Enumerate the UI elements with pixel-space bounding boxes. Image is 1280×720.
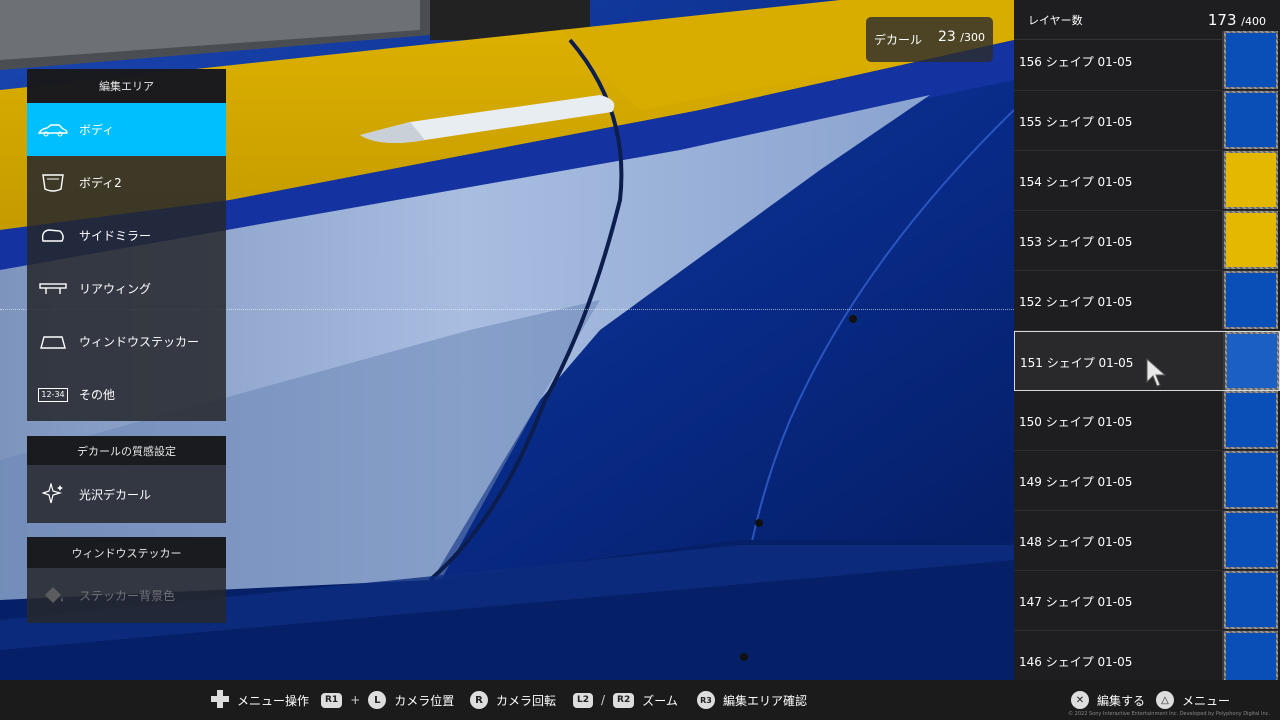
license-plate-icon: 12-34	[27, 387, 79, 402]
slash-sign: /	[601, 693, 606, 707]
rear-wing-icon	[27, 282, 79, 296]
decal-counter: デカール 23 /300	[866, 17, 993, 62]
layer-name: 154 シェイプ 01-05	[1019, 175, 1133, 189]
decal-texture-title: デカールの質感設定	[27, 436, 226, 465]
plate-text: 12-34	[38, 387, 68, 402]
decal-count-max: /300	[960, 31, 985, 44]
camera-pos-label: カメラ位置	[394, 693, 455, 708]
camera-rot-label: カメラ回転	[496, 693, 557, 708]
layer-name: 153 シェイプ 01-05	[1019, 235, 1133, 249]
layer-color-swatch	[1222, 451, 1278, 509]
decal-count-value: 23	[938, 29, 956, 45]
edit-area-item-rear-wing[interactable]: リアウィング	[27, 262, 226, 315]
edit-label: 編集する	[1097, 693, 1146, 708]
sparkle-icon	[27, 483, 79, 505]
car-body-icon	[27, 123, 79, 137]
window-sticker-panel: ウィンドウステッカー ステッカー背景色	[27, 537, 226, 623]
hint-camera-rot: R カメラ回転	[470, 680, 556, 720]
sticker-bg-color-item: ステッカー背景色	[27, 568, 226, 623]
layer-color-swatch	[1222, 151, 1278, 209]
edit-area-item-window-sticker[interactable]: ウィンドウステッカー	[27, 315, 226, 368]
layer-name: 150 シェイプ 01-05	[1019, 415, 1133, 429]
layer-name: 146 シェイプ 01-05	[1019, 655, 1133, 669]
r2-button-icon: R2	[613, 692, 635, 708]
glossy-decal-item[interactable]: 光沢デカール	[27, 465, 226, 523]
menu-label: メニュー	[1182, 693, 1231, 708]
zoom-label: ズーム	[642, 693, 678, 708]
layer-color-swatch	[1222, 271, 1278, 329]
layer-row[interactable]: 148 シェイプ 01-05	[1014, 511, 1280, 571]
layer-row[interactable]: 150 シェイプ 01-05	[1014, 391, 1280, 451]
paint-bucket-icon	[27, 585, 79, 607]
layer-count-max: /400	[1241, 14, 1266, 28]
dpad-icon	[211, 689, 229, 711]
layer-row[interactable]: 152 シェイプ 01-05	[1014, 271, 1280, 331]
edit-area-item-body[interactable]: ボディ	[27, 103, 226, 156]
hint-edit-area-check: R3 編集エリア確認	[697, 680, 807, 720]
layer-row[interactable]: 153 シェイプ 01-05	[1014, 211, 1280, 271]
layer-name: 149 シェイプ 01-05	[1019, 475, 1133, 489]
body2-icon	[27, 173, 79, 193]
r3-stick-icon: R3	[697, 691, 715, 709]
edit-area-panel: 編集エリア ボディ ボディ2 サイドミラー リアウィング ウィンドウステッカー …	[27, 69, 226, 421]
sticker-bg-color-label: ステッカー背景色	[79, 589, 176, 603]
triangle-button-icon: △	[1156, 691, 1174, 709]
layer-name: 155 シェイプ 01-05	[1019, 115, 1133, 129]
layer-row[interactable]: 147 シェイプ 01-05	[1014, 571, 1280, 631]
layer-color-swatch	[1222, 211, 1278, 269]
layer-color-swatch	[1222, 571, 1278, 629]
hint-zoom: L2 / R2 ズーム	[573, 680, 678, 720]
layer-color-swatch	[1222, 511, 1278, 569]
layer-name: 148 シェイプ 01-05	[1019, 535, 1133, 549]
edit-area-title: 編集エリア	[27, 69, 226, 103]
l-stick-icon: L	[368, 691, 387, 709]
layer-name: 156 シェイプ 01-05	[1019, 55, 1133, 69]
edit-area-item-side-mirror[interactable]: サイドミラー	[27, 209, 226, 262]
glossy-decal-label: 光沢デカール	[79, 487, 152, 502]
decal-counter-label: デカール	[874, 33, 923, 47]
layer-color-swatch	[1222, 391, 1278, 449]
edit-area-item-label: サイドミラー	[79, 229, 152, 243]
hint-camera-pos: R1 + L カメラ位置	[321, 680, 454, 720]
l2-button-icon: L2	[573, 692, 593, 708]
edit-area-item-other[interactable]: 12-34 その他	[27, 368, 226, 421]
edit-area-item-label: ウィンドウステッカー	[79, 335, 200, 349]
layer-name: 152 シェイプ 01-05	[1019, 295, 1133, 309]
controls-bar: メニュー操作 R1 + L カメラ位置 R カメラ回転 L2 / R2 ズーム …	[0, 680, 1280, 720]
decal-texture-panel: デカールの質感設定 光沢デカール	[27, 436, 226, 523]
r-stick-icon: R	[470, 691, 488, 709]
layer-color-swatch	[1222, 31, 1278, 89]
layer-name: 151 シェイプ 01-05	[1020, 356, 1134, 370]
edit-area-item-label: その他	[79, 388, 116, 402]
edit-area-item-label: ボディ	[79, 123, 115, 137]
window-sticker-title: ウィンドウステッカー	[27, 537, 226, 568]
layer-row[interactable]: 156 シェイプ 01-05	[1014, 31, 1280, 91]
layer-color-swatch	[1223, 332, 1279, 390]
layer-row[interactable]: 154 シェイプ 01-05	[1014, 151, 1280, 211]
edit-area-item-label: リアウィング	[79, 282, 152, 296]
layer-row[interactable]: 155 シェイプ 01-05	[1014, 91, 1280, 151]
menu-op-label: メニュー操作	[237, 693, 310, 708]
layer-count-label: レイヤー数	[1028, 13, 1083, 27]
layer-name: 147 シェイプ 01-05	[1019, 595, 1133, 609]
layer-color-swatch	[1222, 91, 1278, 149]
layer-row[interactable]: 149 シェイプ 01-05	[1014, 451, 1280, 511]
edit-area-item-label: ボディ2	[79, 176, 122, 190]
plus-sign: +	[350, 693, 361, 707]
layer-list-panel: レイヤー数 173 /400 156 シェイプ 01-05 155 シェイプ 01…	[1014, 0, 1280, 691]
side-mirror-icon	[27, 228, 79, 244]
windshield-icon	[27, 334, 79, 350]
cross-button-icon: ✕	[1071, 691, 1089, 709]
r1-button-icon: R1	[321, 692, 343, 708]
edit-area-item-body2[interactable]: ボディ2	[27, 156, 226, 209]
hint-menu-op: メニュー操作	[211, 680, 309, 720]
layer-count-value: 173	[1207, 10, 1237, 29]
copyright-text: © 2022 Sony Interactive Entertainment In…	[1068, 711, 1270, 717]
mouse-cursor-icon	[1146, 358, 1167, 387]
edit-area-check-label: 編集エリア確認	[723, 693, 808, 708]
